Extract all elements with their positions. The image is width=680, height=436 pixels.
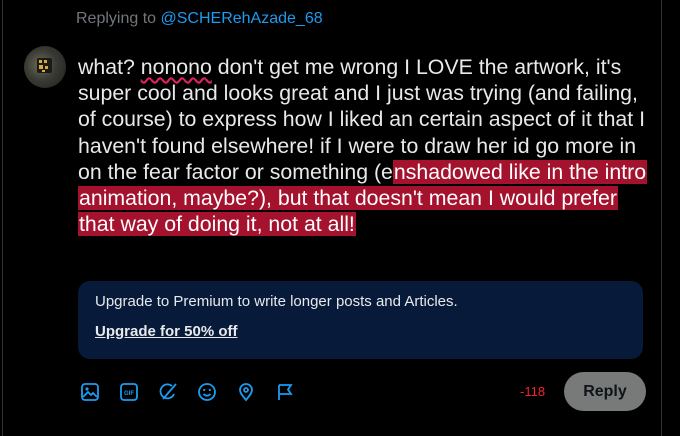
upgrade-link[interactable]: Upgrade for 50% off: [95, 323, 238, 340]
post-text[interactable]: what? nonono don't get me wrong I LOVE t…: [78, 54, 648, 237]
avatar[interactable]: [24, 46, 66, 88]
gif-icon[interactable]: GIF: [117, 380, 141, 404]
emoji-icon[interactable]: [195, 380, 219, 404]
image-icon[interactable]: [78, 380, 102, 404]
character-counter: -118: [520, 384, 546, 399]
reply-button-label: Reply: [583, 382, 627, 400]
avatar-image: [37, 58, 52, 73]
flag-icon[interactable]: [273, 380, 297, 404]
replying-to-label: Replying to: [76, 10, 157, 27]
composer-toolbar: GIF: [78, 380, 297, 404]
premium-upsell: Upgrade to Premium to write longer posts…: [78, 281, 643, 359]
post-text-part-1: what?: [78, 55, 141, 79]
location-icon[interactable]: [234, 380, 258, 404]
replying-to-handle[interactable]: @SCHERehAzade_68: [161, 10, 323, 27]
svg-text:GIF: GIF: [124, 391, 134, 397]
misspelled-word: nonono: [140, 55, 212, 79]
upsell-message: Upgrade to Premium to write longer posts…: [95, 293, 458, 310]
reply-button[interactable]: Reply: [564, 372, 646, 411]
replying-to: Replying to @SCHERehAzade_68: [76, 10, 323, 28]
grok-icon[interactable]: [156, 380, 180, 404]
